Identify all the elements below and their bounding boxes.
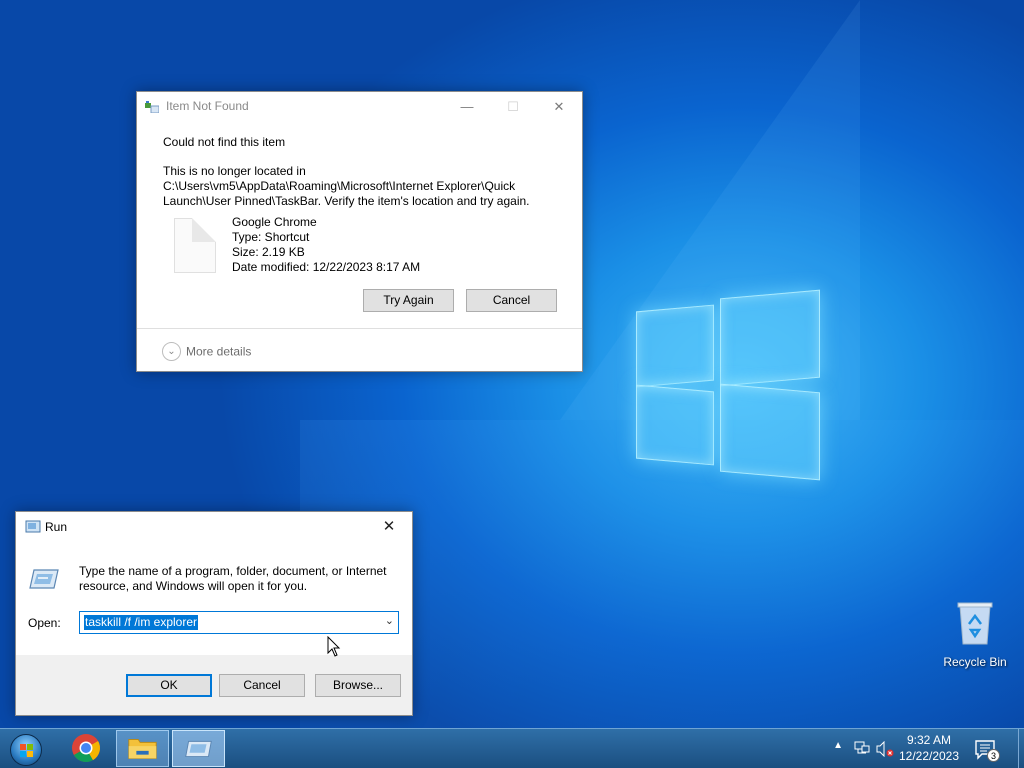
run-icon [185,740,212,758]
file-info: Google Chrome Type: Shortcut Size: 2.19 … [163,215,582,277]
taskbar-chrome[interactable] [60,730,113,767]
close-button[interactable]: ✕ [536,92,582,121]
run-message: Type the name of a program, folder, docu… [79,564,387,593]
windows-logo-wallpaper [636,288,824,482]
network-icon[interactable] [854,741,870,755]
taskbar: ▲ 9:32 AM 12/22/2023 3 [0,728,1024,768]
cancel-button[interactable]: Cancel [219,674,305,697]
taskbar-file-explorer[interactable] [116,730,169,767]
run-icon [25,520,41,533]
windows-orb-icon [10,734,42,766]
ok-button[interactable]: OK [126,674,212,697]
try-again-button[interactable]: Try Again [363,289,454,312]
file-size: Size: 2.19 KB [232,245,305,259]
close-button[interactable]: ✕ [366,512,412,541]
action-center-button[interactable]: 3 [974,738,1000,762]
cancel-button[interactable]: Cancel [466,289,557,312]
dialog-titlebar[interactable]: Item Not Found — ☐ ✕ [137,92,582,121]
dialog-description: This is no longer located in C:\Users\vm… [163,164,530,208]
chevron-up-icon[interactable]: ▲ [833,740,843,751]
more-details-toggle[interactable]: ⌄ More details [162,342,251,361]
mouse-cursor-icon [327,636,341,657]
dialog-titlebar[interactable]: Run ✕ [16,512,412,541]
clock[interactable]: 9:32 AM 12/22/2023 [898,732,960,764]
chevron-down-icon: ⌄ [162,342,181,361]
maximize-button: ☐ [507,99,519,114]
file-modified: Date modified: 12/22/2023 8:17 AM [232,260,421,274]
dialog-title: Run [45,520,68,534]
clock-time: 9:32 AM [906,733,952,747]
divider [137,328,582,329]
open-input[interactable]: taskkill /f /im explorer [84,615,199,630]
file-type: Type: Shortcut [232,230,310,244]
dialog-heading: Could not find this item [163,135,286,149]
run-program-icon [29,569,59,589]
item-not-found-dialog: Item Not Found — ☐ ✕ Could not find this… [136,91,583,372]
taskbar-run[interactable] [172,730,225,767]
show-desktop-button[interactable] [1018,729,1024,768]
recycle-bin-icon [957,602,993,645]
open-combobox[interactable]: taskkill /f /im explorer ⌄ [79,611,399,634]
recycle-bin-label: Recycle Bin [943,655,1007,669]
file-explorer-icon [128,739,157,759]
open-label: Open: [28,616,61,630]
file-name: Google Chrome [232,215,317,229]
dialog-title: Item Not Found [166,99,249,113]
run-dialog: Run ✕ Type the name of a program, folder… [15,511,413,716]
minimize-button[interactable]: — [444,92,490,121]
notification-count-badge: 3 [987,749,1000,762]
browse-button[interactable]: Browse... [315,674,401,697]
chrome-icon [72,734,100,762]
more-details-label: More details [186,344,252,359]
start-button[interactable] [6,732,46,766]
clock-date: 12/22/2023 [898,749,960,763]
chevron-down-icon[interactable]: ⌄ [385,614,394,627]
file-icon [174,218,216,273]
volume-muted-icon[interactable] [876,741,894,757]
recycle-bin-shortcut[interactable]: Recycle Bin [940,600,1010,669]
shortcut-icon [145,101,159,113]
